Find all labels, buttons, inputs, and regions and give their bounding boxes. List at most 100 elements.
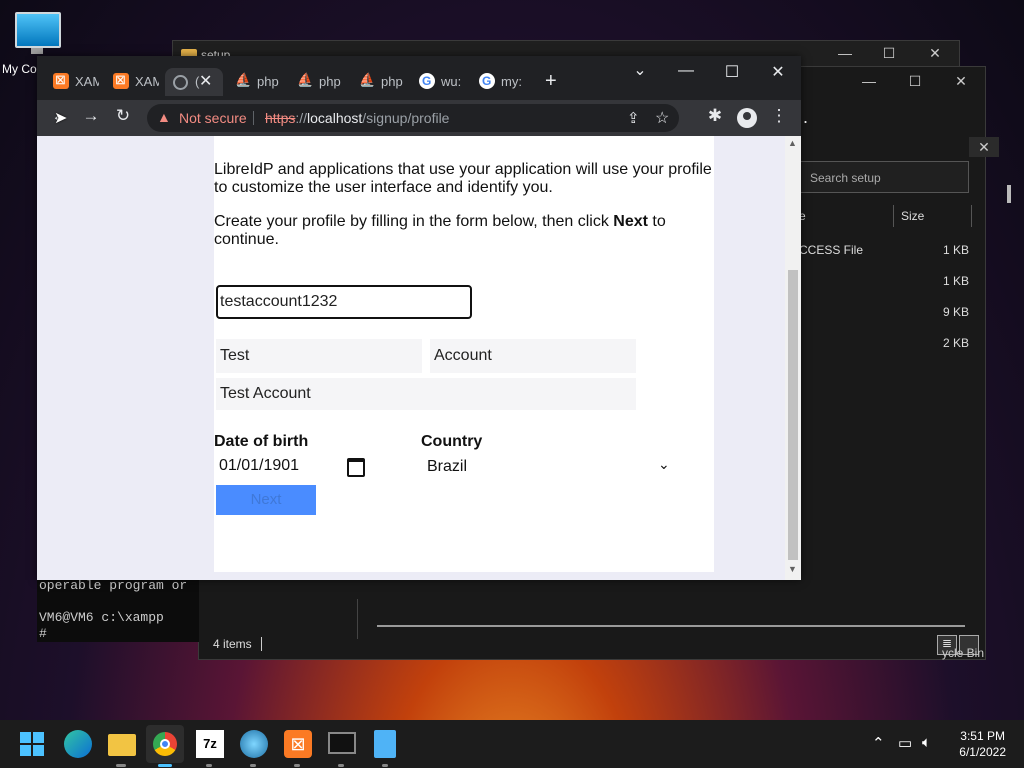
close-icon[interactable]: ✕ bbox=[915, 45, 955, 62]
share-icon[interactable]: ⇪ bbox=[627, 109, 640, 127]
scrollbar[interactable] bbox=[1007, 185, 1011, 203]
explorer-partial-text: . bbox=[803, 107, 809, 127]
maximize-icon[interactable]: ☐ bbox=[717, 62, 747, 82]
new-tab-button[interactable]: + bbox=[545, 70, 557, 93]
tab-label: my: bbox=[501, 74, 522, 89]
reload-button[interactable]: ↻ bbox=[110, 106, 136, 126]
tab-phpmyadmin-1[interactable]: php bbox=[227, 68, 285, 96]
file-size: 1 KB bbox=[943, 243, 970, 257]
file-explorer-icon[interactable] bbox=[108, 734, 136, 756]
tab-close-icon[interactable]: ✕ bbox=[199, 71, 212, 91]
security-status[interactable]: Not secure bbox=[179, 110, 247, 126]
taskbar: 7z ⊠ ⌃ ▭ 🔈︎ 3:51 PM 6/1/2022 bbox=[0, 720, 1024, 768]
scrollbar-thumb[interactable] bbox=[788, 270, 798, 560]
tab-xampp-1[interactable]: XAM bbox=[45, 68, 103, 96]
page-scrollbar[interactable]: ▲ ▼ bbox=[785, 136, 801, 580]
volume-icon[interactable]: 🔈︎ bbox=[922, 734, 931, 751]
terminal-window[interactable]: operable program or VM6@VM6 c:\xampp # bbox=[37, 578, 199, 642]
menu-icon[interactable]: ⋮ bbox=[767, 106, 791, 126]
file-name[interactable]: CCESS File bbox=[799, 243, 863, 257]
url-host: localhost bbox=[307, 110, 363, 126]
chevron-up-icon[interactable]: ⌃ bbox=[872, 734, 885, 752]
start-button[interactable] bbox=[20, 732, 48, 760]
clock-time: 3:51 PM bbox=[960, 729, 1005, 743]
maximize-icon[interactable]: ☐ bbox=[869, 45, 909, 62]
forward-button[interactable]: → bbox=[78, 106, 104, 126]
search-input[interactable]: Search setup bbox=[799, 161, 969, 193]
phpmyadmin-icon bbox=[359, 72, 375, 89]
running-indicator bbox=[116, 764, 126, 767]
terminal-prompt: # bbox=[39, 626, 47, 641]
bookmark-star-icon[interactable]: ☆ bbox=[655, 108, 669, 128]
7zip-icon[interactable]: 7z bbox=[196, 730, 224, 758]
system-clock[interactable]: 3:51 PM 6/1/2022 bbox=[959, 728, 1006, 760]
terminal-line: VM6@VM6 c:\xampp bbox=[39, 610, 164, 625]
terminal-icon[interactable] bbox=[328, 732, 356, 754]
minimize-icon[interactable]: — bbox=[671, 62, 701, 80]
chrome-taskbar-button[interactable] bbox=[146, 725, 184, 763]
chevron-down-icon[interactable]: ⌄ bbox=[625, 60, 655, 80]
tab-phpmyadmin-3[interactable]: php bbox=[351, 68, 409, 96]
divider bbox=[893, 205, 894, 227]
status-bar: 4 items ≣ bbox=[199, 631, 985, 659]
google-icon bbox=[419, 73, 435, 89]
tab-xampp-2[interactable]: XAM bbox=[105, 68, 163, 96]
country-label: Country bbox=[421, 433, 483, 450]
tab-strip: XAM XAM ( ✕ php php php wu: my: bbox=[37, 56, 801, 100]
xampp-taskbar-icon[interactable]: ⊠ bbox=[284, 730, 312, 758]
tab-label: php bbox=[319, 74, 341, 89]
close-icon[interactable]: ✕ bbox=[941, 73, 981, 90]
divider bbox=[253, 111, 254, 125]
intro-text: LibreIdP and applications that use your … bbox=[214, 161, 712, 196]
username-input[interactable] bbox=[216, 285, 472, 319]
warning-icon: ▲ bbox=[157, 109, 171, 125]
extensions-icon[interactable]: ✱ bbox=[703, 106, 727, 126]
tab-label: php bbox=[257, 74, 279, 89]
edge-icon[interactable] bbox=[64, 730, 92, 758]
close-icon[interactable]: ✕ bbox=[763, 62, 793, 82]
file-size: 1 KB bbox=[943, 274, 970, 288]
tab-label: php bbox=[381, 74, 403, 89]
country-select[interactable]: Brazil bbox=[427, 458, 467, 476]
scroll-up-icon[interactable]: ▲ bbox=[788, 138, 797, 148]
last-name-input[interactable] bbox=[430, 339, 636, 373]
column-header-size[interactable]: Size bbox=[901, 209, 924, 223]
chevron-down-icon[interactable]: ⌄ bbox=[658, 456, 670, 473]
minimize-icon[interactable]: — bbox=[849, 73, 889, 89]
next-button[interactable]: Next bbox=[216, 485, 316, 515]
running-indicator bbox=[250, 764, 256, 767]
minimize-icon[interactable]: — bbox=[825, 45, 865, 61]
instruction-pre: Create your profile by filling in the fo… bbox=[214, 213, 614, 230]
clock-date: 6/1/2022 bbox=[959, 745, 1006, 759]
network-globe-icon[interactable] bbox=[240, 730, 268, 758]
scroll-down-icon[interactable]: ▼ bbox=[788, 564, 797, 574]
profile-avatar-icon[interactable] bbox=[737, 108, 757, 128]
file-size: 2 KB bbox=[943, 336, 970, 350]
calendar-icon[interactable] bbox=[347, 458, 365, 477]
address-bar[interactable]: ▲ Not secure https://localhost/signup/pr… bbox=[147, 104, 679, 132]
tab-google-1[interactable]: wu: bbox=[411, 68, 469, 96]
horizontal-scrollbar[interactable] bbox=[377, 625, 965, 627]
maximize-icon[interactable]: ☐ bbox=[895, 73, 935, 90]
tab-phpmyadmin-2[interactable]: php bbox=[289, 68, 347, 96]
url-path: /signup/profile bbox=[362, 110, 450, 126]
signup-profile-form: LibreIdP and applications that use your … bbox=[214, 136, 714, 572]
notepad-icon[interactable] bbox=[374, 730, 396, 758]
running-indicator bbox=[206, 764, 212, 767]
dob-input[interactable]: 01/01/1901 bbox=[219, 457, 299, 475]
tab-active[interactable]: ( ✕ bbox=[165, 68, 223, 96]
recycle-bin-label[interactable]: ycle Bin bbox=[942, 646, 984, 660]
google-icon bbox=[479, 73, 495, 89]
first-name-input[interactable] bbox=[216, 339, 422, 373]
xampp-icon bbox=[113, 72, 129, 89]
close-icon[interactable]: ✕ bbox=[969, 137, 999, 157]
tab-google-2[interactable]: my: bbox=[471, 68, 529, 96]
display-name-input[interactable] bbox=[216, 378, 636, 410]
divider bbox=[261, 637, 262, 651]
page-viewport: LibreIdP and applications that use your … bbox=[37, 136, 801, 580]
network-icon[interactable]: ▭ bbox=[898, 734, 912, 752]
url-text[interactable]: https://localhost/signup/profile bbox=[265, 110, 449, 126]
running-indicator bbox=[382, 764, 388, 767]
url-separator: :// bbox=[295, 110, 308, 126]
mouse-cursor-icon: ➤ bbox=[54, 110, 68, 127]
